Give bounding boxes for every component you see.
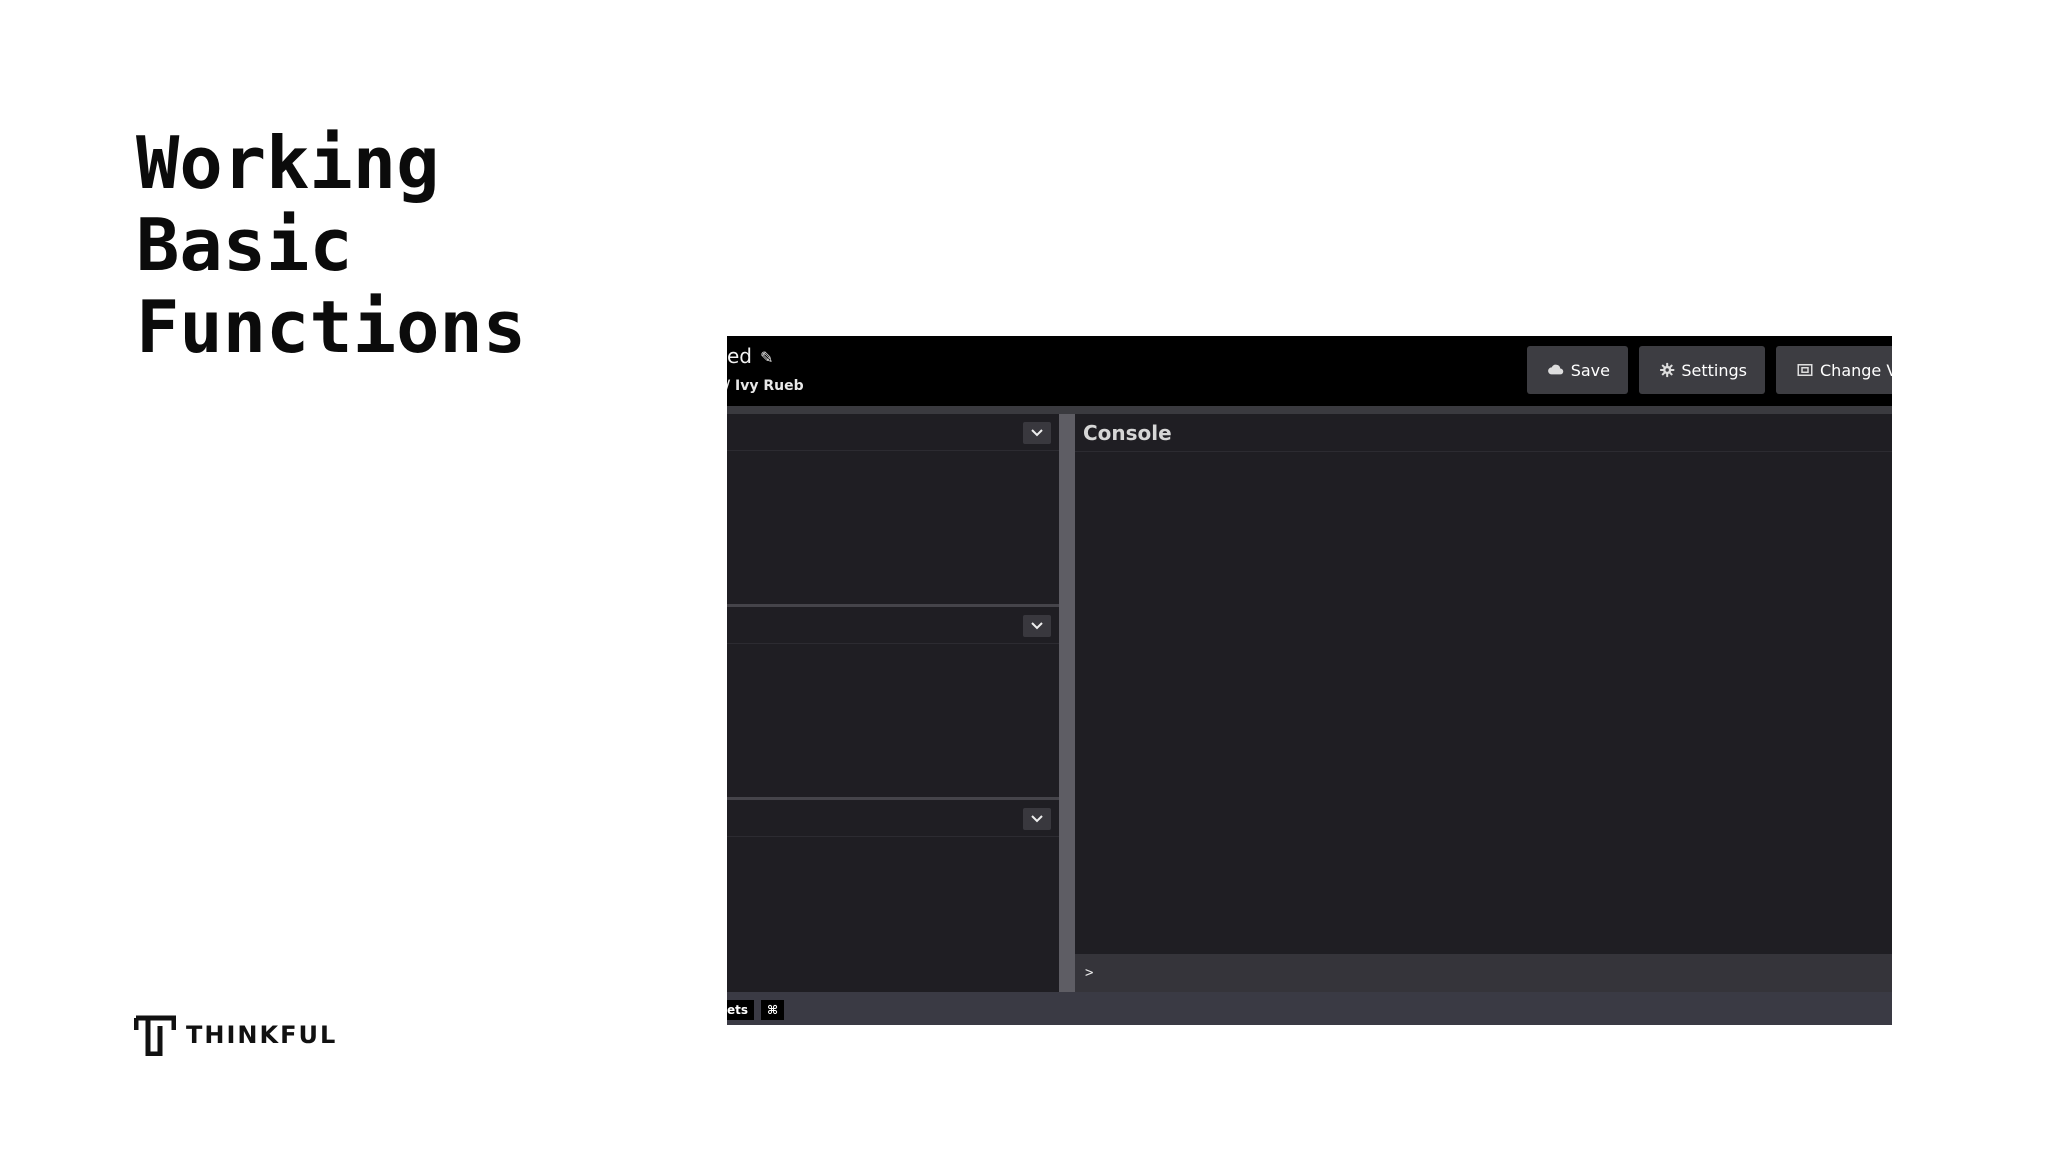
console-input[interactable]: >: [1075, 954, 1892, 992]
panel-header: [727, 800, 1059, 837]
brand-name: THINKFUL: [186, 1021, 338, 1049]
assets-button[interactable]: ets: [727, 1000, 755, 1020]
console-title: Console: [1075, 414, 1892, 452]
topbar-divider: [727, 406, 1892, 414]
cloud-icon: [1548, 364, 1564, 375]
ide-screenshot: ed ✎ / Ivy Rueb Save Settings Change V C…: [727, 336, 1892, 1025]
panel-toggle-button[interactable]: [1023, 808, 1051, 830]
settings-button[interactable]: Settings: [1639, 346, 1765, 394]
slide-title-line: Functions: [136, 285, 527, 369]
pane-splitter[interactable]: [1059, 414, 1075, 992]
project-author: / Ivy Rueb: [727, 378, 804, 394]
panel-header: [727, 414, 1059, 451]
thinkful-logo-icon: [134, 1015, 176, 1056]
editor-panels: [727, 414, 1059, 992]
save-button[interactable]: Save: [1527, 346, 1628, 394]
console-prompt: >: [1085, 965, 1094, 981]
settings-button-label: Settings: [1681, 360, 1747, 380]
slide-title-line: Basic: [136, 203, 353, 287]
panel-toggle-button[interactable]: [1023, 422, 1051, 444]
slide-title: Working Basic Functions: [136, 122, 526, 368]
editor-panel-1: [727, 414, 1059, 604]
window-icon: [1797, 364, 1813, 376]
status-bar: ets ⌘: [727, 992, 1892, 1025]
ide-topbar: ed ✎ / Ivy Rueb Save Settings Change V: [727, 336, 1892, 406]
project-name-text: ed: [727, 344, 752, 368]
shortcuts-button[interactable]: ⌘: [761, 1000, 785, 1020]
console-pane: Console >: [1075, 414, 1892, 992]
chevron-down-icon: [1031, 429, 1043, 437]
chevron-down-icon: [1031, 622, 1043, 630]
chevron-down-icon: [1031, 815, 1043, 823]
change-view-button[interactable]: Change Vi: [1776, 346, 1892, 394]
panel-toggle-button[interactable]: [1023, 615, 1051, 637]
slide-title-line: Working: [136, 121, 440, 205]
pencil-icon[interactable]: ✎: [760, 348, 773, 367]
editor-panel-2: [727, 607, 1059, 797]
save-button-label: Save: [1570, 360, 1610, 380]
project-name[interactable]: ed ✎: [727, 344, 773, 368]
thinkful-logo: THINKFUL: [134, 1014, 337, 1056]
change-view-button-label: Change Vi: [1820, 360, 1892, 380]
gear-icon: [1660, 362, 1675, 378]
editor-panel-3: [727, 800, 1059, 992]
panel-header: [727, 607, 1059, 644]
